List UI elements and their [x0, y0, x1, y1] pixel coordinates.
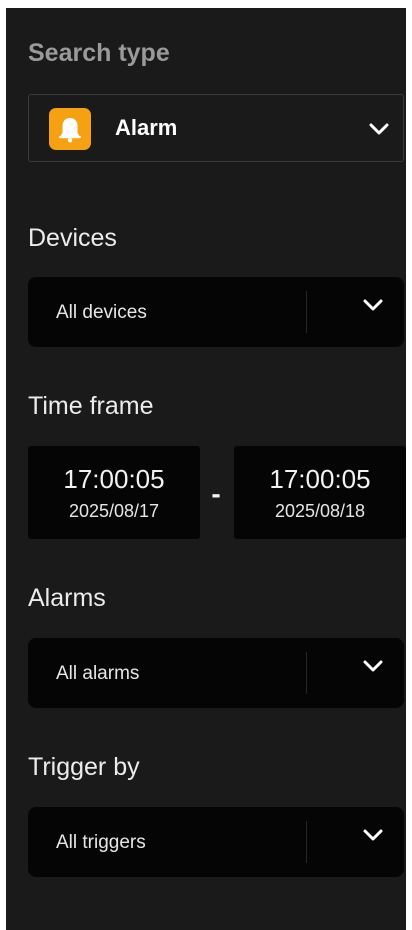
- chevron-down-icon[interactable]: [363, 829, 383, 841]
- devices-title: Devices: [28, 224, 117, 252]
- end-date: 2025/08/18: [274, 501, 366, 521]
- trigger-by-value: All triggers: [56, 832, 146, 853]
- search-filter-panel: Search type Alarm Devices All devices Ti…: [6, 8, 406, 930]
- search-type-select[interactable]: Alarm: [28, 94, 404, 162]
- trigger-by-dropdown[interactable]: All triggers: [28, 807, 404, 877]
- chevron-down-icon[interactable]: [363, 660, 383, 672]
- search-type-value: Alarm: [115, 115, 178, 140]
- alarms-value: All alarms: [56, 663, 140, 684]
- chevron-down-icon[interactable]: [369, 123, 389, 135]
- time-frame-title: Time frame: [28, 392, 154, 420]
- bell-icon: [59, 118, 81, 143]
- search-type-title: Search type: [28, 39, 170, 67]
- start-time-picker[interactable]: 17:00:05 2025/08/17: [28, 446, 200, 539]
- trigger-by-title: Trigger by: [28, 753, 140, 781]
- chevron-down-icon[interactable]: [363, 299, 383, 311]
- start-time: 17:00:05: [63, 464, 165, 494]
- dropdown-divider: [306, 652, 307, 694]
- devices-value: All devices: [56, 302, 147, 323]
- alarms-dropdown[interactable]: All alarms: [28, 638, 404, 708]
- alarm-badge: [49, 108, 91, 150]
- alarms-title: Alarms: [28, 584, 106, 612]
- start-date: 2025/08/17: [68, 501, 160, 521]
- dropdown-divider: [306, 821, 307, 863]
- end-time: 17:00:05: [269, 464, 371, 494]
- range-separator: -: [211, 478, 221, 509]
- end-time-picker[interactable]: 17:00:05 2025/08/18: [234, 446, 406, 539]
- dropdown-divider: [306, 291, 307, 333]
- devices-dropdown[interactable]: All devices: [28, 277, 404, 347]
